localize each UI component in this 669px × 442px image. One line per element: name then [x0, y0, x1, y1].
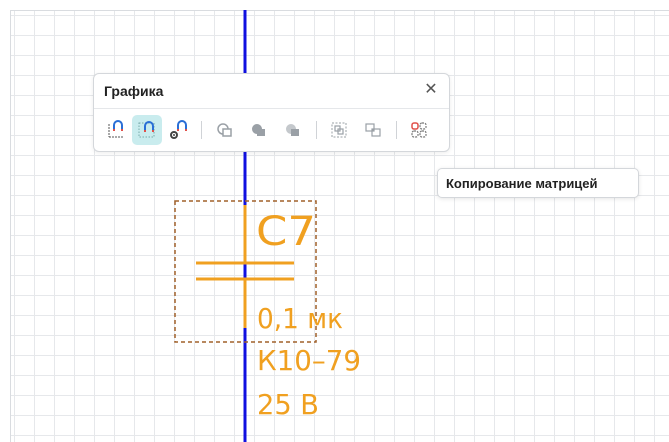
tooltip-text: Копирование матрицей — [446, 176, 598, 191]
group-select-icon — [331, 122, 347, 138]
ungroup-select-button[interactable] — [358, 115, 388, 145]
graphics-panel: Графика ✕ — [93, 73, 450, 152]
graphics-toolbar — [102, 115, 447, 145]
ungroup-select-icon — [365, 123, 381, 137]
magnet-grid-icon — [138, 121, 155, 138]
toolbar-separator — [201, 121, 202, 139]
magnet-grid-button[interactable] — [132, 115, 162, 145]
shape-union-icon — [217, 123, 232, 137]
value-label[interactable]: 0,1 мк — [257, 302, 343, 335]
voltage-label[interactable]: 25 В — [257, 388, 319, 421]
magnet-gear-icon — [170, 120, 187, 139]
designator-label[interactable]: C7 — [256, 209, 316, 255]
group-select-button[interactable] — [324, 115, 354, 145]
shape-subtract-icon — [252, 124, 265, 136]
magnet-gear-button[interactable] — [164, 115, 194, 145]
matrix-copy-icon — [411, 122, 427, 138]
panel-header[interactable]: Графика ✕ — [94, 74, 449, 109]
toolbar-separator — [396, 121, 397, 139]
toolbar-separator — [316, 121, 317, 139]
shape-intersect-icon — [286, 124, 299, 136]
panel-title: Графика — [104, 83, 164, 99]
matrix-copy-tooltip: Копирование матрицей — [437, 168, 639, 198]
schematic-layer: C7 0,1 мк К10–79 25 В — [174, 10, 361, 442]
close-icon[interactable]: ✕ — [421, 80, 441, 100]
shape-union-button[interactable] — [210, 115, 240, 145]
magnet-grid-snap-button[interactable] — [102, 115, 132, 145]
matrix-copy-button[interactable] — [404, 115, 434, 145]
type-label[interactable]: К10–79 — [257, 344, 361, 377]
magnet-grid-snap-icon — [108, 120, 124, 138]
shape-intersect-button[interactable] — [278, 115, 308, 145]
shape-subtract-button[interactable] — [244, 115, 274, 145]
